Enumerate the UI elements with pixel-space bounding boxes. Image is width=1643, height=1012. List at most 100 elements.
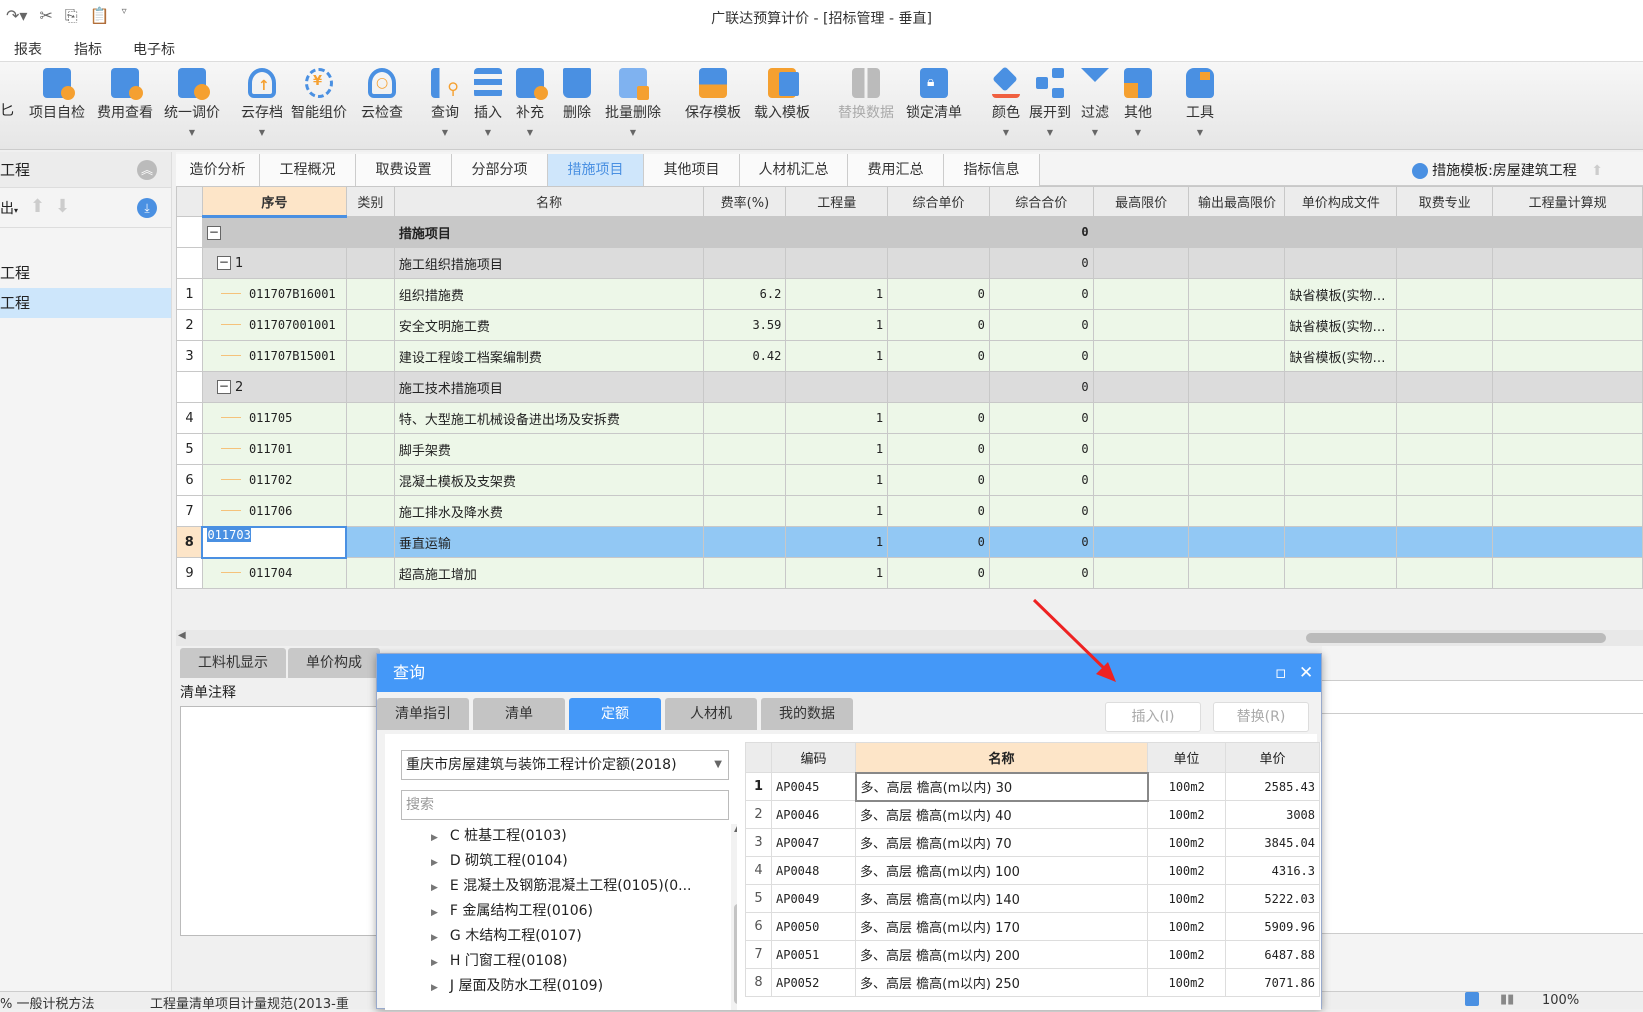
quota-price-cell[interactable]: 3845.04 — [1225, 828, 1320, 857]
seq-cell[interactable]: 011707B16001 — [201, 278, 347, 310]
tools-button[interactable]: 工具 ▼ — [1185, 68, 1215, 137]
seq-cell[interactable]: 011702 — [201, 464, 347, 496]
unit-price-cell[interactable]: 0 — [887, 278, 990, 310]
output-max-price-cell[interactable] — [1188, 340, 1286, 372]
tab-indicator-info[interactable]: 指标信息 — [944, 154, 1040, 186]
quota-unit-cell[interactable]: 100m2 — [1147, 968, 1226, 997]
quota-header-name[interactable]: 名称 — [855, 742, 1148, 773]
quota-row[interactable]: 1 AP0045 多、高层 檐高(m以内) 30 100m2 2585.43 — [745, 771, 1320, 802]
tab-sub-items[interactable]: 分部分项 — [452, 154, 548, 186]
header-seq[interactable]: 序号 — [201, 186, 347, 218]
header-output-max-price[interactable]: 输出最高限价 — [1188, 186, 1286, 217]
category-cell[interactable] — [345, 557, 395, 589]
header-unit-price[interactable]: 综合单价 — [887, 186, 990, 217]
name-cell[interactable]: 施工技术措施项目 — [393, 371, 705, 403]
export-dropdown[interactable]: 出▾ — [0, 198, 18, 218]
dialog-tab-list[interactable]: 清单 — [473, 698, 565, 730]
quantity-cell[interactable] — [785, 216, 889, 248]
max-price-cell[interactable] — [1092, 278, 1190, 310]
max-price-cell[interactable] — [1092, 340, 1190, 372]
color-button[interactable]: 颜色 ▼ — [991, 66, 1021, 137]
measure-row[interactable]: 2 011707001001 安全文明施工费 3.59 1 0 0 缺省模板(实物… — [176, 309, 1643, 341]
measure-row[interactable]: −2 施工技术措施项目 0 — [176, 371, 1643, 403]
quantity-cell[interactable]: 1 — [785, 309, 889, 341]
quota-code-cell[interactable]: AP0049 — [771, 884, 856, 913]
seq-cell[interactable]: −1 — [201, 247, 347, 279]
tab-measures[interactable]: 措施项目 — [548, 154, 644, 186]
unit-price-cell[interactable]: 0 — [887, 464, 990, 496]
total-cell[interactable]: 0 — [988, 433, 1094, 465]
row-number[interactable]: 5 — [176, 433, 203, 465]
quantity-rule-cell[interactable] — [1492, 402, 1643, 434]
quota-unit-cell[interactable]: 100m2 — [1147, 884, 1226, 913]
seq-cell[interactable]: 011706 — [201, 495, 347, 527]
fee-specialty-cell[interactable] — [1396, 526, 1494, 558]
max-price-cell[interactable] — [1092, 495, 1190, 527]
name-cell[interactable]: 脚手架费 — [393, 433, 705, 465]
expand-arrow-icon[interactable]: ▶ — [431, 958, 438, 968]
measure-row[interactable]: −1 施工组织措施项目 0 — [176, 247, 1643, 279]
fee-specialty-cell[interactable] — [1396, 340, 1494, 372]
quota-unit-cell[interactable]: 100m2 — [1147, 772, 1226, 801]
category-cell[interactable] — [345, 526, 395, 558]
measure-row[interactable]: 1 011707B16001 组织措施费 6.2 1 0 0 缺省模板(实物… — [176, 278, 1643, 310]
filter-button[interactable]: 过滤 ▼ — [1080, 68, 1110, 137]
quota-name-cell[interactable]: 多、高层 檐高(m以内) 140 — [855, 884, 1148, 913]
split-view-icon[interactable]: ▮▮ — [1500, 992, 1514, 1007]
rate-cell[interactable]: 3.59 — [703, 309, 787, 341]
save-template-button[interactable]: 保存模板 — [684, 68, 742, 122]
expand-to-button[interactable]: 展开到 ▼ — [1028, 68, 1072, 137]
tab-labor-material-display[interactable]: 工料机显示 — [180, 648, 286, 678]
tree-search-input[interactable]: 搜索 — [401, 790, 729, 820]
quota-unit-cell[interactable]: 100m2 — [1147, 940, 1226, 969]
row-number[interactable]: 4 — [176, 402, 203, 434]
rate-cell[interactable] — [703, 402, 787, 434]
price-file-cell[interactable]: 缺省模板(实物… — [1284, 309, 1398, 341]
name-cell[interactable]: 施工组织措施项目 — [393, 247, 705, 279]
unit-price-cell[interactable]: 0 — [887, 309, 990, 341]
query-button[interactable]: ⚲ 查询 ▼ — [430, 68, 460, 137]
price-file-cell[interactable] — [1284, 402, 1398, 434]
fee-specialty-cell[interactable] — [1396, 278, 1494, 310]
project-tree-item[interactable]: 工程 — [0, 258, 171, 288]
template-up-icon[interactable]: ⬆ — [1591, 163, 1603, 179]
project-tree-item-selected[interactable]: 工程 — [0, 288, 171, 318]
row-number[interactable]: 6 — [176, 464, 203, 496]
quantity-cell[interactable]: 1 — [785, 278, 889, 310]
max-price-cell[interactable] — [1092, 464, 1190, 496]
quota-row-number[interactable]: 4 — [745, 856, 772, 885]
name-cell[interactable]: 组织措施费 — [393, 278, 705, 310]
grid-horizontal-scrollbar[interactable]: ◀ — [176, 630, 1643, 646]
category-cell[interactable] — [345, 216, 395, 248]
project-check-button[interactable]: 项目自检 — [28, 68, 86, 122]
tree-item[interactable]: ▶ F 金属结构工程(0106) — [401, 899, 737, 924]
delete-button[interactable]: 删除 — [562, 68, 592, 122]
output-max-price-cell[interactable] — [1188, 247, 1286, 279]
name-cell[interactable]: 措施项目 — [393, 216, 705, 248]
seq-cell[interactable]: 011705 — [201, 402, 347, 434]
quota-code-cell[interactable]: AP0047 — [771, 828, 856, 857]
quantity-rule-cell[interactable] — [1492, 309, 1643, 341]
dialog-tab-list-guide[interactable]: 清单指引 — [377, 698, 469, 730]
seq-cell-editing[interactable]: 011703 — [201, 525, 348, 559]
tree-item[interactable]: ▶ G 木结构工程(0107) — [401, 924, 737, 949]
tree-item[interactable]: ▶ H 门窗工程(0108) — [401, 949, 737, 974]
fee-specialty-cell[interactable] — [1396, 495, 1494, 527]
header-quantity[interactable]: 工程量 — [785, 186, 889, 217]
quantity-cell[interactable]: 1 — [785, 340, 889, 372]
unit-price-cell[interactable]: 0 — [887, 340, 990, 372]
price-file-cell[interactable] — [1284, 247, 1398, 279]
measure-row[interactable]: 5 011701 脚手架费 1 0 0 — [176, 433, 1643, 465]
dialog-tab-labor-material[interactable]: 人材机 — [665, 698, 757, 730]
menu-e-bid[interactable]: 电子标 — [133, 39, 175, 59]
expand-arrow-icon[interactable]: ▶ — [431, 858, 438, 868]
quantity-cell[interactable]: 1 — [785, 557, 889, 589]
category-cell[interactable] — [345, 247, 395, 279]
quantity-rule-cell[interactable] — [1492, 433, 1643, 465]
category-cell[interactable] — [345, 402, 395, 434]
price-file-cell[interactable] — [1284, 216, 1398, 248]
quota-row[interactable]: 3 AP0047 多、高层 檐高(m以内) 70 100m2 3845.04 — [745, 828, 1320, 857]
quantity-rule-cell[interactable] — [1492, 340, 1643, 372]
view-mode-icon[interactable] — [1465, 992, 1479, 1006]
unit-price-cell[interactable] — [887, 247, 990, 279]
